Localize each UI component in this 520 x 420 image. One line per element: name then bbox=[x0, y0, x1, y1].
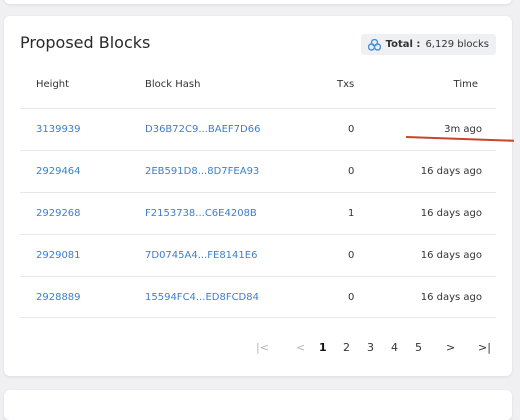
table-row: 2929464 2EB591D8...8D7FEA93 0 16 days ag… bbox=[20, 150, 496, 192]
stack-layers-icon bbox=[367, 38, 381, 51]
txs-count: 0 bbox=[348, 250, 355, 261]
proposed-blocks-card: Proposed Blocks Total : 6,129 blocks Hei… bbox=[4, 16, 512, 376]
page-2-button[interactable]: 2 bbox=[343, 341, 350, 354]
total-badge: Total : 6,129 blocks bbox=[360, 34, 496, 55]
block-height-link[interactable]: 2929464 bbox=[36, 166, 81, 177]
table-row: 2928889 15594FC4...ED8FCD84 0 16 days ag… bbox=[20, 276, 496, 318]
next-page-button[interactable]: > bbox=[446, 341, 455, 354]
txs-count: 1 bbox=[348, 208, 355, 219]
block-height-link[interactable]: 3139939 bbox=[36, 124, 81, 135]
block-hash-link[interactable]: F2153738...C6E4208B bbox=[145, 208, 257, 219]
next-card bbox=[4, 390, 512, 420]
page-4-button[interactable]: 4 bbox=[391, 341, 398, 354]
txs-count: 0 bbox=[348, 292, 355, 303]
txs-count: 0 bbox=[348, 166, 355, 177]
column-header-block-hash: Block Hash bbox=[145, 79, 201, 90]
total-label: Total : bbox=[385, 39, 421, 50]
block-time: 16 days ago bbox=[420, 292, 482, 303]
block-hash-link[interactable]: 15594FC4...ED8FCD84 bbox=[145, 292, 259, 303]
previous-card bbox=[4, 0, 512, 4]
total-value: 6,129 blocks bbox=[425, 39, 489, 50]
block-hash-link[interactable]: 7D0745A4...FE8141E6 bbox=[145, 250, 257, 261]
column-header-height: Height bbox=[36, 79, 70, 90]
block-time: 3m ago bbox=[444, 124, 482, 135]
page-1-button[interactable]: 1 bbox=[319, 341, 327, 354]
block-time: 16 days ago bbox=[420, 208, 482, 219]
last-page-button[interactable]: >| bbox=[478, 341, 491, 354]
card-title: Proposed Blocks bbox=[20, 33, 151, 52]
block-height-link[interactable]: 2929268 bbox=[36, 208, 81, 219]
table-row: 3139939 D36B72C9...BAEF7D66 0 3m ago bbox=[20, 108, 496, 150]
column-header-time: Time bbox=[453, 79, 478, 90]
txs-count: 0 bbox=[348, 124, 355, 135]
table-row: 2929081 7D0745A4...FE8141E6 0 16 days ag… bbox=[20, 234, 496, 276]
block-height-link[interactable]: 2928889 bbox=[36, 292, 81, 303]
prev-page-button[interactable]: < bbox=[296, 341, 305, 354]
block-height-link[interactable]: 2929081 bbox=[36, 250, 81, 261]
block-time: 16 days ago bbox=[420, 250, 482, 261]
page-3-button[interactable]: 3 bbox=[367, 341, 374, 354]
first-page-button[interactable]: |< bbox=[256, 341, 269, 354]
table-row: 2929268 F2153738...C6E4208B 1 16 days ag… bbox=[20, 192, 496, 234]
block-hash-link[interactable]: D36B72C9...BAEF7D66 bbox=[145, 124, 260, 135]
pagination: |< < 1 2 3 4 5 > >| bbox=[4, 341, 512, 361]
block-time: 16 days ago bbox=[420, 166, 482, 177]
page-5-button[interactable]: 5 bbox=[415, 341, 422, 354]
column-header-txs: Txs bbox=[337, 79, 355, 90]
block-hash-link[interactable]: 2EB591D8...8D7FEA93 bbox=[145, 166, 259, 177]
